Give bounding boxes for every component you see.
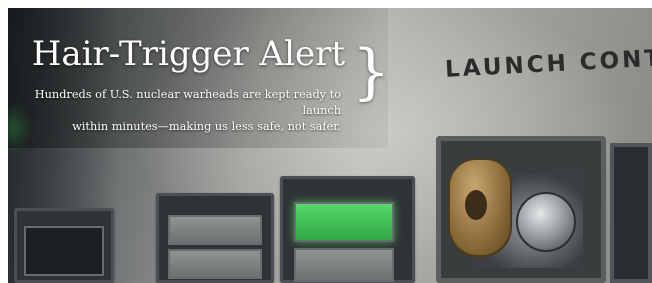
switch-window [168,249,262,279]
key-hole [465,190,487,220]
banner-subtitle: Hundreds of U.S. nuclear warheads are ke… [0,87,341,135]
banner-title: Hair-Trigger Alert [31,34,345,74]
banner-subtitle-line-1: Hundreds of U.S. nuclear warheads are ke… [34,88,341,117]
switch-panel-3 [280,176,415,283]
switch-panel-right [610,143,652,283]
switch-panel-1 [14,208,114,283]
switch-panel-2 [156,193,274,283]
switch-window [168,215,262,245]
launch-control-label: LAUNCH CONTRO [444,43,652,83]
switch-window [24,226,104,276]
green-indicator-window [294,202,394,242]
key-cylinder [516,192,576,252]
brace-decoration: } [352,37,391,107]
switch-window [294,248,394,282]
banner-subtitle-line-2: within minutes—making us less safe, not … [72,120,341,133]
